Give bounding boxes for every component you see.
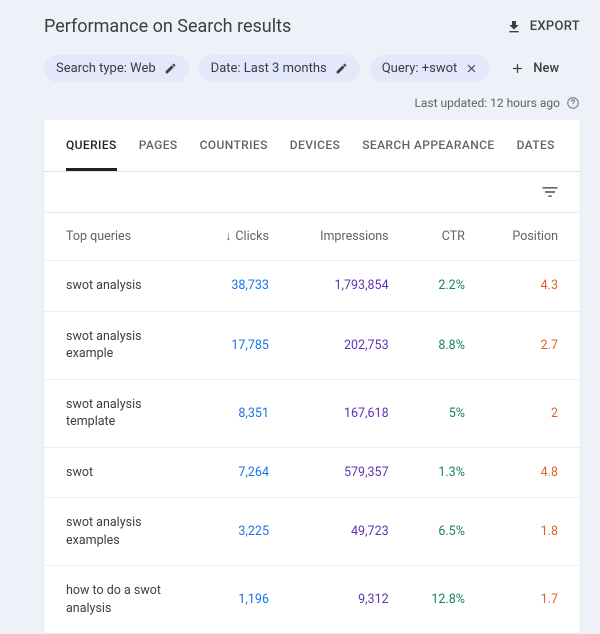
cell-clicks: 3,225 <box>194 498 283 566</box>
table-row[interactable]: swot analysis38,7331,793,8542.2%4.3 <box>44 261 580 312</box>
cell-impressions: 49,723 <box>283 498 403 566</box>
cell-position: 2 <box>479 379 580 447</box>
filter-chip[interactable]: Query: +swot <box>370 55 491 82</box>
cell-impressions: 9,312 <box>283 566 403 634</box>
cell-query: swot analysis template <box>44 379 194 447</box>
cell-ctr: 2.2% <box>403 261 479 312</box>
results-card: QUERIES PAGES COUNTRIES DEVICES SEARCH APPEA… <box>44 120 580 634</box>
cell-impressions: 1,793,854 <box>283 261 403 312</box>
cell-query: swot analysis examples <box>44 498 194 566</box>
tab-dates[interactable]: DATES <box>517 120 555 171</box>
table-row[interactable]: how to do a swot analysis1,1969,31212.8%… <box>44 566 580 634</box>
col-header-impressions[interactable]: Impressions <box>283 213 403 261</box>
filter-chip-label: Query: +swot <box>382 61 458 76</box>
cell-position: 1.8 <box>479 498 580 566</box>
filter-chip-label: Date: Last 3 months <box>211 61 327 76</box>
col-header-ctr[interactable]: CTR <box>403 213 479 261</box>
cell-query: swot analysis <box>44 261 194 312</box>
help-icon[interactable] <box>566 96 580 110</box>
export-label: EXPORT <box>530 19 580 34</box>
tab-pages[interactable]: PAGES <box>139 120 178 171</box>
col-header-clicks-label: Clicks <box>235 229 269 244</box>
cell-ctr: 5% <box>403 379 479 447</box>
cell-ctr: 12.8% <box>403 566 479 634</box>
tab-devices[interactable]: DEVICES <box>290 120 340 171</box>
tab-queries[interactable]: QUERIES <box>66 120 117 171</box>
cell-position: 1.7 <box>479 566 580 634</box>
cell-position: 4.3 <box>479 261 580 312</box>
filter-chip[interactable]: Date: Last 3 months <box>199 55 360 82</box>
col-header-clicks[interactable]: ↓ Clicks <box>194 213 283 261</box>
col-header-position[interactable]: Position <box>479 213 580 261</box>
new-filter-label: New <box>533 61 559 76</box>
cell-clicks: 1,196 <box>194 566 283 634</box>
filter-chip[interactable]: Search type: Web <box>44 55 189 82</box>
table-row[interactable]: swot7,264579,3571.3%4.8 <box>44 447 580 498</box>
plus-icon <box>510 61 525 76</box>
cell-impressions: 202,753 <box>283 311 403 379</box>
col-header-query[interactable]: Top queries <box>44 213 194 261</box>
cell-ctr: 8.8% <box>403 311 479 379</box>
tab-search-appearance[interactable]: SEARCH APPEARANCE <box>362 120 494 171</box>
cell-query: swot analysis example <box>44 311 194 379</box>
tabs-bar: QUERIES PAGES COUNTRIES DEVICES SEARCH APPEA… <box>44 120 580 172</box>
cell-position: 4.8 <box>479 447 580 498</box>
last-updated: Last updated: 12 hours ago <box>44 96 580 110</box>
page-title: Performance on Search results <box>44 16 291 37</box>
table-row[interactable]: swot analysis examples3,22549,7236.5%1.8 <box>44 498 580 566</box>
table-row[interactable]: swot analysis template8,351167,6185%2 <box>44 379 580 447</box>
download-icon <box>506 19 522 35</box>
cell-ctr: 6.5% <box>403 498 479 566</box>
cell-query: how to do a swot analysis <box>44 566 194 634</box>
cell-impressions: 579,357 <box>283 447 403 498</box>
cell-clicks: 38,733 <box>194 261 283 312</box>
last-updated-text: Last updated: 12 hours ago <box>414 96 560 110</box>
filter-chip-label: Search type: Web <box>56 61 156 76</box>
export-button[interactable]: EXPORT <box>506 19 580 35</box>
cell-position: 2.7 <box>479 311 580 379</box>
filter-icon[interactable] <box>540 182 560 202</box>
new-filter-button[interactable]: New <box>500 55 569 82</box>
cell-clicks: 8,351 <box>194 379 283 447</box>
cell-clicks: 7,264 <box>194 447 283 498</box>
cell-clicks: 17,785 <box>194 311 283 379</box>
queries-table: Top queries ↓ Clicks Impressions CTR Posi… <box>44 213 580 634</box>
tab-countries[interactable]: COUNTRIES <box>200 120 268 171</box>
sort-down-icon: ↓ <box>225 229 231 244</box>
cell-impressions: 167,618 <box>283 379 403 447</box>
table-row[interactable]: swot analysis example17,785202,7538.8%2.… <box>44 311 580 379</box>
cell-query: swot <box>44 447 194 498</box>
pencil-icon <box>164 62 177 75</box>
pencil-icon <box>335 62 348 75</box>
cell-ctr: 1.3% <box>403 447 479 498</box>
close-icon <box>465 62 478 75</box>
filter-chips-row: Search type: Web Date: Last 3 months Query… <box>44 55 580 82</box>
